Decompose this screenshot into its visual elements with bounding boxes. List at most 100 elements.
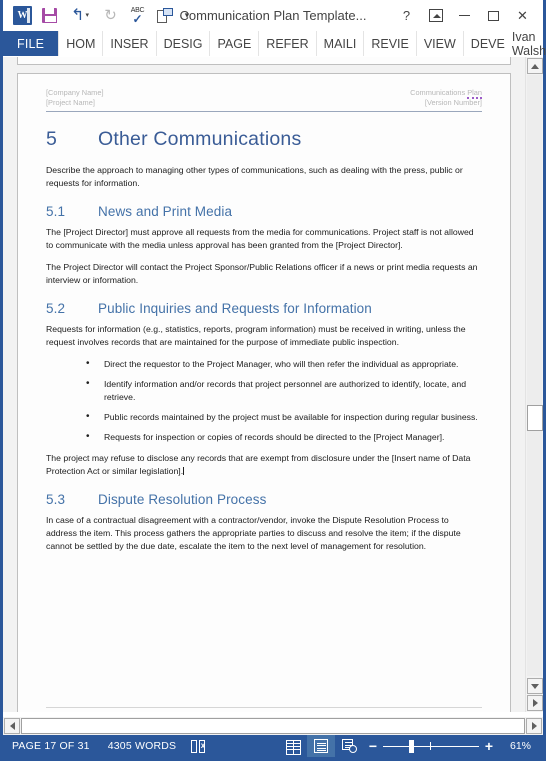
paragraph-text: The project may refuse to disclose any r… — [46, 453, 471, 476]
document-title-line: Communications Plan — [410, 88, 482, 99]
zoom-percentage[interactable]: 61% — [499, 740, 539, 752]
spelling-grammar-button[interactable]: ABC ✓ — [124, 3, 151, 28]
list-item: Requests for inspection or copies of rec… — [46, 430, 482, 444]
heading-1-title: Other Communications — [98, 128, 302, 150]
tab-references[interactable]: REFER — [258, 31, 315, 56]
chevron-down-icon: ▾ — [184, 10, 190, 20]
list-item: Direct the requestor to the Project Mana… — [46, 357, 482, 371]
scroll-right-button[interactable] — [526, 718, 542, 734]
horizontal-scroll-thumb[interactable] — [21, 718, 525, 734]
footer-page-number: Page 17 of 31 — [46, 711, 91, 712]
heading-1: 5 Other Communications — [46, 128, 482, 151]
tab-review[interactable]: REVIE — [363, 31, 416, 56]
undo-icon: ↰ — [71, 6, 85, 24]
tab-mailings[interactable]: MAILI — [315, 31, 364, 56]
heading-1-number: 5 — [46, 128, 58, 150]
proofing-errors-icon: x — [191, 739, 206, 753]
web-layout-icon — [341, 739, 357, 753]
zoom-out-button[interactable]: − — [363, 739, 383, 753]
save-icon — [42, 8, 57, 23]
word-app-icon[interactable]: W — [9, 3, 36, 28]
print-layout-icon — [314, 739, 328, 753]
web-layout-view-button[interactable] — [335, 735, 363, 757]
minimize-button[interactable] — [450, 3, 479, 28]
list-item: Identify information and/or records that… — [46, 377, 482, 404]
list-item: Public records maintained by the project… — [46, 410, 482, 424]
scroll-up-button[interactable] — [527, 58, 543, 74]
chevron-down-icon — [531, 683, 539, 689]
heading-2-5-2: 5.2 Public Inquiries and Requests for In… — [46, 301, 482, 316]
read-mode-icon — [285, 739, 301, 755]
proofing-errors-button[interactable]: x — [185, 739, 211, 753]
word-application-window: W ↰ ▾ ↻ ABC ✓ ▾ Communication Plan Templ… — [0, 0, 546, 761]
heading-2-5-1: 5.1 News and Print Media — [46, 204, 482, 219]
tab-page-layout[interactable]: PAGE — [209, 31, 258, 56]
redo-button[interactable]: ↻ — [97, 3, 124, 28]
minimize-icon — [459, 14, 470, 17]
read-mode-view-button[interactable] — [279, 735, 307, 757]
horizontal-scrollbar[interactable] — [3, 717, 543, 735]
close-button[interactable]: ✕ — [508, 3, 537, 28]
zoom-slider[interactable] — [383, 739, 479, 753]
document-canvas[interactable]: [Company Name] [Project Name] Communicat… — [3, 57, 543, 712]
tab-design[interactable]: DESIG — [155, 31, 210, 56]
tab-view[interactable]: VIEW — [415, 31, 463, 56]
paragraph: In case of a contractual disagreement wi… — [46, 515, 461, 551]
vertical-scroll-thumb[interactable] — [527, 405, 543, 431]
new-comment-button[interactable] — [151, 3, 178, 28]
spelling-icon: ABC ✓ — [130, 7, 145, 26]
document-footer: Page 17 of 31 © Company 2017. All rights… — [46, 707, 482, 712]
document-page[interactable]: [Company Name] [Project Name] Communicat… — [17, 73, 511, 712]
zoom-control: − + 61% — [363, 739, 543, 753]
help-button[interactable]: ? — [392, 3, 421, 28]
paragraph: Requests for information (e.g., statisti… — [46, 324, 466, 347]
undo-button[interactable]: ↰ ▾ — [63, 3, 97, 28]
word-count[interactable]: 4305 WORDS — [99, 740, 186, 752]
document-header-left: [Company Name] [Project Name] — [46, 88, 104, 108]
page-indicator[interactable]: PAGE 17 OF 31 — [3, 740, 99, 752]
zoom-in-button[interactable]: + — [479, 739, 499, 753]
new-comment-icon — [156, 8, 173, 23]
tab-home[interactable]: HOM — [58, 31, 102, 56]
heading-2-title: Dispute Resolution Process — [98, 492, 267, 507]
company-name-placeholder: [Company Name] — [46, 88, 104, 97]
print-layout-view-button[interactable] — [307, 735, 335, 757]
vertical-scroll-track[interactable] — [527, 75, 542, 676]
undo-dropdown-caret-icon[interactable]: ▾ — [85, 12, 89, 19]
scroll-left-button[interactable] — [4, 718, 20, 734]
heading-2-number: 5.3 — [46, 492, 66, 507]
redo-icon: ↻ — [104, 7, 117, 24]
ribbon-tab-bar: FILE HOM INSER DESIG PAGE REFER MAILI RE… — [3, 30, 546, 58]
tab-file[interactable]: FILE — [3, 31, 59, 56]
maximize-icon — [488, 10, 499, 21]
window-controls: ? ✕ — [392, 3, 543, 28]
heading-2-title: Public Inquiries and Requests for Inform… — [98, 301, 372, 316]
view-buttons-group: − + 61% — [279, 735, 543, 757]
zoom-slider-thumb[interactable] — [409, 740, 414, 753]
browse-object-icon — [532, 699, 538, 707]
account-area[interactable]: Ivan Walsh ▾ K — [512, 30, 546, 58]
tab-insert[interactable]: INSER — [102, 31, 155, 56]
project-name-placeholder: [Project Name] — [46, 98, 95, 107]
customize-quick-access-button[interactable]: ▾ — [178, 3, 196, 28]
quick-access-toolbar: W ↰ ▾ ↻ ABC ✓ ▾ — [3, 3, 196, 28]
version-number-placeholder: [Version Number] — [424, 98, 482, 107]
paragraph-with-caret: The project may refuse to disclose any r… — [46, 452, 482, 478]
maximize-button[interactable] — [479, 3, 508, 28]
vertical-scrollbar[interactable] — [525, 57, 543, 712]
heading-2-number: 5.2 — [46, 301, 66, 316]
paragraph: The [Project Director] must approve all … — [46, 227, 474, 250]
ribbon-display-options-button[interactable] — [421, 3, 450, 28]
intro-paragraph: Describe the approach to managing other … — [46, 165, 463, 188]
select-browse-object-button[interactable] — [527, 695, 543, 711]
heading-2-number: 5.1 — [46, 204, 66, 219]
tab-developer[interactable]: DEVE — [462, 31, 512, 56]
heading-2-5-3: 5.3 Dispute Resolution Process — [46, 492, 482, 507]
ribbon-display-options-icon — [428, 9, 443, 22]
save-button[interactable] — [36, 3, 63, 28]
scroll-down-button[interactable] — [527, 678, 543, 694]
paragraph: The Project Director will contact the Pr… — [46, 262, 478, 285]
status-bar: PAGE 17 OF 31 4305 WORDS x − + 61% — [3, 735, 543, 757]
text-cursor — [183, 467, 185, 475]
chevron-right-icon — [531, 722, 537, 730]
